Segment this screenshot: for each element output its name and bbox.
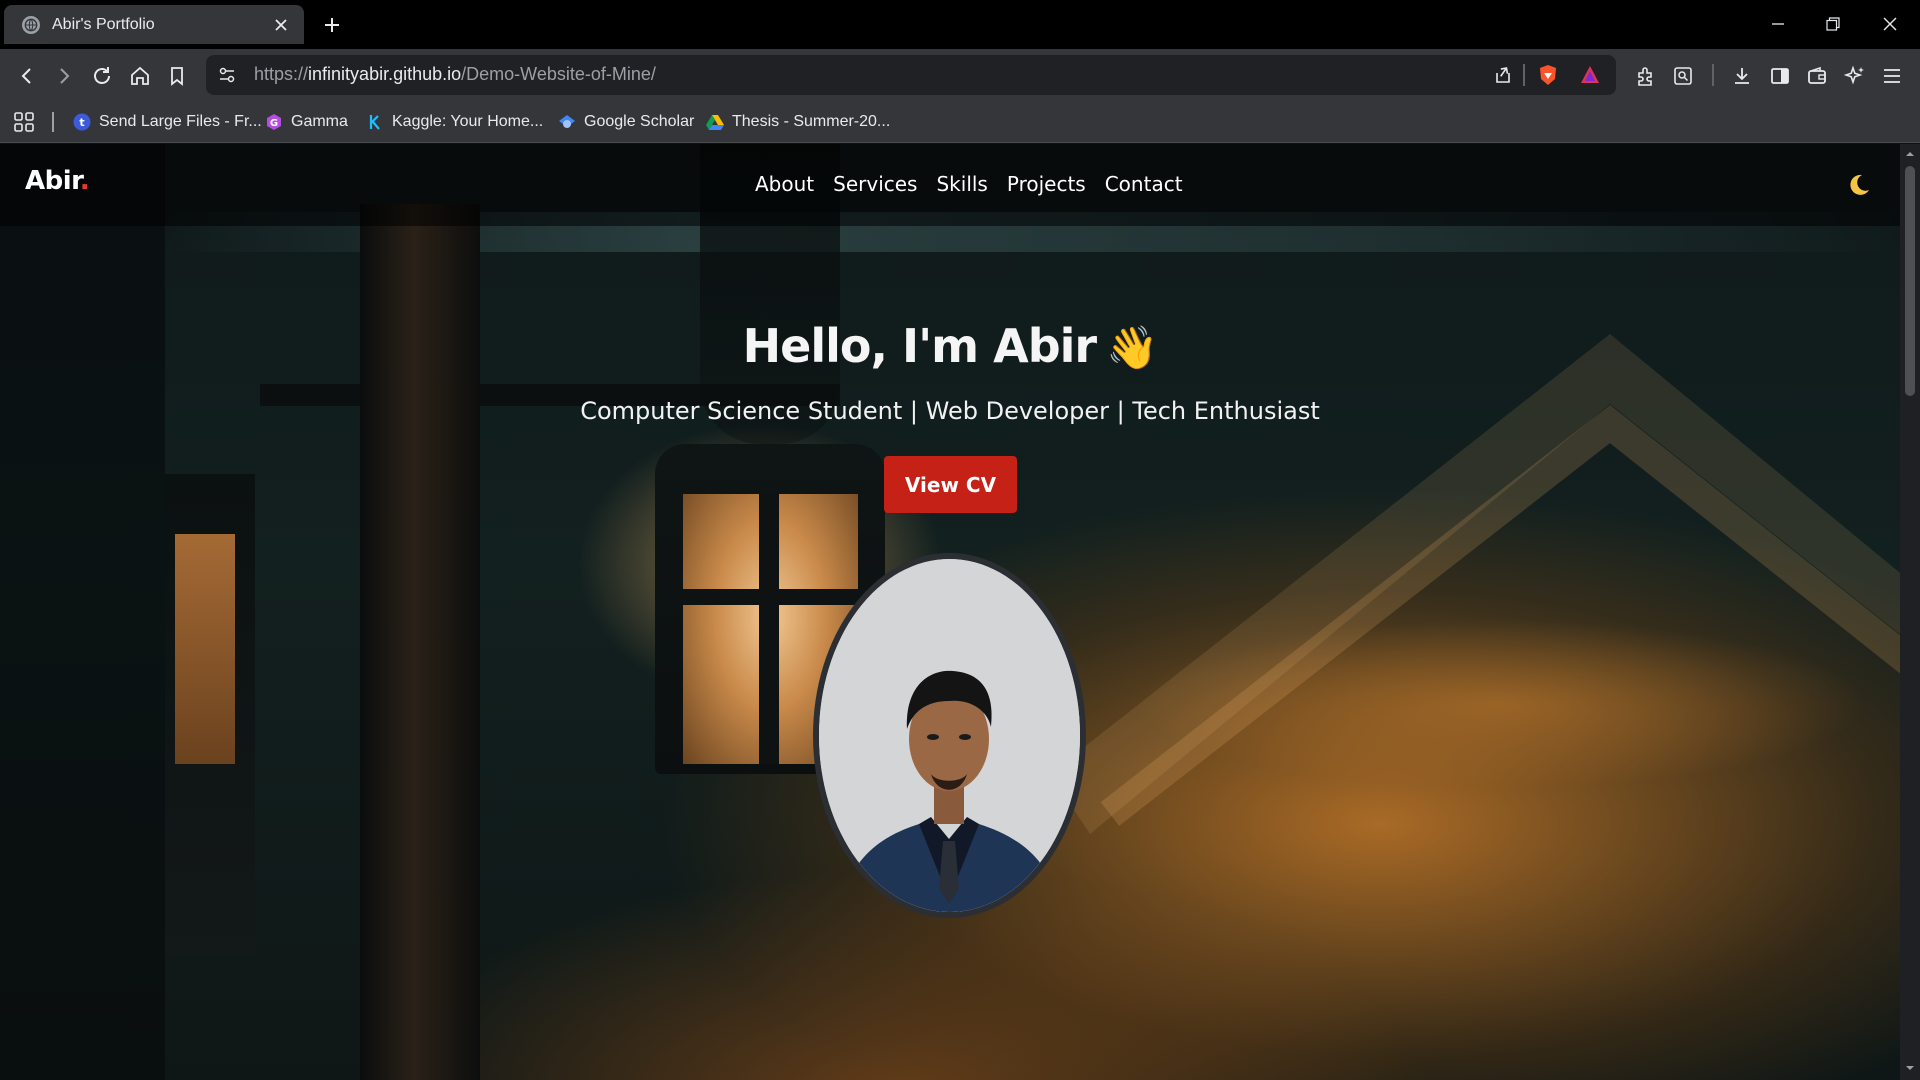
background-shade <box>0 144 165 1080</box>
page-viewport: Abir. About Services Skills Projects Con… <box>0 144 1900 1080</box>
apps-grid-icon[interactable] <box>12 110 36 134</box>
scroll-up-arrow-icon[interactable] <box>1904 148 1916 160</box>
transfer-icon: t <box>73 113 91 131</box>
brave-shields-icon[interactable] <box>1536 63 1560 87</box>
scroll-down-arrow-icon[interactable] <box>1904 1062 1916 1074</box>
profile-photo <box>813 553 1086 918</box>
nav-services[interactable]: Services <box>833 172 917 196</box>
bookmark-gamma[interactable]: G Gamma <box>265 110 348 134</box>
browser-tab-active[interactable]: Abir's Portfolio <box>4 5 304 44</box>
moon-icon[interactable] <box>1844 170 1874 200</box>
bookmark-google-scholar[interactable]: Google Scholar <box>558 110 694 134</box>
toolbar-divider <box>1712 64 1714 86</box>
menu-icon[interactable] <box>1876 60 1908 92</box>
browser-toolbar: https://infinityabir.github.io/Demo-Webs… <box>0 49 1920 101</box>
brave-rewards-icon[interactable] <box>1578 63 1602 87</box>
bookmarks-divider <box>52 112 54 132</box>
svg-text:t: t <box>79 116 84 129</box>
tab-title: Abir's Portfolio <box>52 15 155 33</box>
bookmark-thesis[interactable]: Thesis - Summer-20... <box>706 110 890 134</box>
hero-subtitle: Computer Science Student | Web Developer… <box>580 397 1320 425</box>
nav-skills[interactable]: Skills <box>936 172 987 196</box>
leo-search-icon[interactable] <box>1667 60 1699 92</box>
bookmarks-bar: t Send Large Files - Fr... G Gamma Kaggl… <box>0 101 1920 143</box>
gamma-icon: G <box>265 113 283 131</box>
view-cv-button[interactable]: View CV <box>884 456 1017 513</box>
background-roof-shape <box>1050 334 1900 834</box>
hero-title: Hello, I'm Abir 👋 <box>742 319 1159 373</box>
extensions-icon[interactable] <box>1630 60 1662 92</box>
site-nav-links: About Services Skills Projects Contact <box>755 172 1183 196</box>
sidebar-icon[interactable] <box>1764 60 1796 92</box>
waving-hand-icon: 👋 <box>1106 323 1158 372</box>
download-icon[interactable] <box>1726 60 1758 92</box>
nav-about[interactable]: About <box>755 172 814 196</box>
svg-text:G: G <box>270 118 278 129</box>
restore-button[interactable] <box>1811 8 1855 40</box>
leo-ai-icon[interactable] <box>1839 60 1871 92</box>
new-tab-button[interactable] <box>318 12 346 38</box>
site-navbar: Abir. About Services Skills Projects Con… <box>0 144 1900 226</box>
scrollbar-thumb[interactable] <box>1905 166 1915 396</box>
bookmark-kaggle[interactable]: Kaggle: Your Home... <box>366 110 543 134</box>
browser-tabstrip: Abir's Portfolio <box>0 0 1920 49</box>
address-bar[interactable]: https://infinityabir.github.io/Demo-Webs… <box>206 55 1616 95</box>
page-scrollbar[interactable] <box>1900 144 1920 1080</box>
url-text: https://infinityabir.github.io/Demo-Webs… <box>254 64 656 84</box>
site-settings-icon[interactable] <box>216 64 238 86</box>
close-window-button[interactable] <box>1868 8 1912 40</box>
nav-contact[interactable]: Contact <box>1105 172 1183 196</box>
google-drive-icon <box>706 113 724 131</box>
omnibox-divider <box>1523 64 1525 86</box>
minimize-button[interactable] <box>1756 8 1800 40</box>
background-lantern-left <box>165 474 255 954</box>
bookmark-button[interactable] <box>161 60 193 92</box>
reload-button[interactable] <box>86 60 118 92</box>
home-button[interactable] <box>124 60 156 92</box>
back-button[interactable] <box>11 60 43 92</box>
bookmark-send-large-files[interactable]: t Send Large Files - Fr... <box>73 110 262 134</box>
forward-button[interactable] <box>48 60 80 92</box>
nav-projects[interactable]: Projects <box>1007 172 1086 196</box>
wallet-icon[interactable] <box>1801 60 1833 92</box>
share-icon[interactable] <box>1491 63 1515 87</box>
scholar-icon <box>558 113 576 131</box>
close-tab-icon[interactable] <box>270 14 292 36</box>
globe-icon <box>22 15 40 34</box>
kaggle-icon <box>366 113 384 131</box>
site-logo[interactable]: Abir. <box>25 166 90 196</box>
